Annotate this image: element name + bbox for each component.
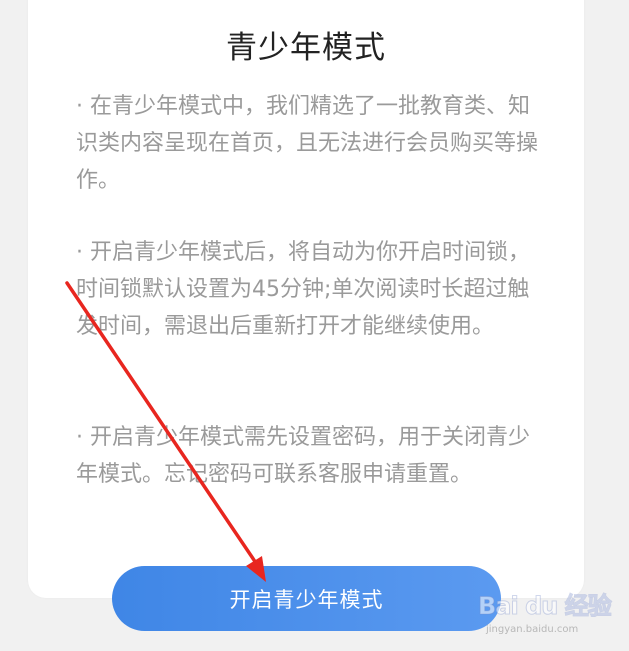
info-paragraph-password: · 开启青少年模式需先设置密码，用于关闭青少年模式。忘记密码可联系客服申请重置。	[76, 425, 530, 487]
info-paragraph-content: · 在青少年模式中，我们精选了一批教育类、知识类内容呈现在首页，且无法进行会员购…	[76, 94, 539, 193]
watermark-url: jingyan.baidu.com	[486, 624, 579, 635]
info-paragraph-time-lock: · 开启青少年模式后，将自动为你开启时间锁，时间锁默认设置为45分钟;单次阅读时…	[76, 240, 530, 339]
enable-teen-mode-button[interactable]: 开启青少年模式	[112, 566, 501, 631]
dialog-title: 青少年模式	[226, 30, 386, 66]
